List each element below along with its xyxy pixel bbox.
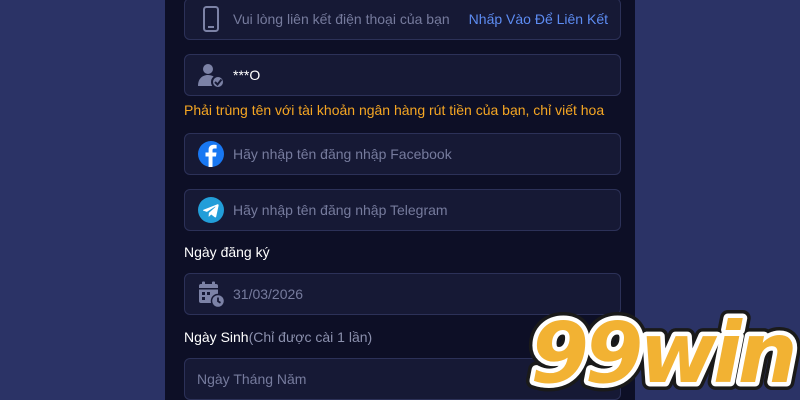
register-date-label: Ngày đăng ký xyxy=(184,244,270,260)
real-name-field[interactable]: ***O xyxy=(184,54,621,96)
telegram-icon xyxy=(197,196,225,224)
logo-fill: 99win xyxy=(530,304,793,400)
birthday-note: (Chỉ được cài 1 lần) xyxy=(248,329,373,345)
telegram-placeholder: Hãy nhập tên đăng nhập Telegram xyxy=(233,202,448,218)
phone-icon xyxy=(197,5,225,33)
telegram-field[interactable]: Hãy nhập tên đăng nhập Telegram xyxy=(184,189,621,231)
facebook-field[interactable]: Hãy nhập tên đăng nhập Facebook xyxy=(184,133,621,175)
link-phone-link[interactable]: Nhấp Vào Để Liên Kết xyxy=(469,11,608,27)
real-name-value: ***O xyxy=(233,67,261,83)
phone-placeholder: Vui lòng liên kết điện thoại của bạn xyxy=(233,11,450,27)
user-check-icon xyxy=(197,61,225,89)
99win-logo: 99win 99win 99win xyxy=(522,300,800,400)
birthday-label: Ngày Sinh(Chỉ được cài 1 lần) xyxy=(184,329,372,345)
name-warning: Phải trùng tên với tài khoản ngân hàng r… xyxy=(184,102,605,118)
birthday-placeholder: Ngày Tháng Năm xyxy=(197,371,307,387)
facebook-icon xyxy=(197,140,225,168)
phone-field[interactable]: Vui lòng liên kết điện thoại của bạn Nhấ… xyxy=(184,0,621,40)
register-date-value: 31/03/2026 xyxy=(233,286,304,302)
birthday-label-text: Ngày Sinh xyxy=(184,329,249,345)
calendar-clock-icon xyxy=(197,280,225,308)
facebook-placeholder: Hãy nhập tên đăng nhập Facebook xyxy=(233,146,452,162)
